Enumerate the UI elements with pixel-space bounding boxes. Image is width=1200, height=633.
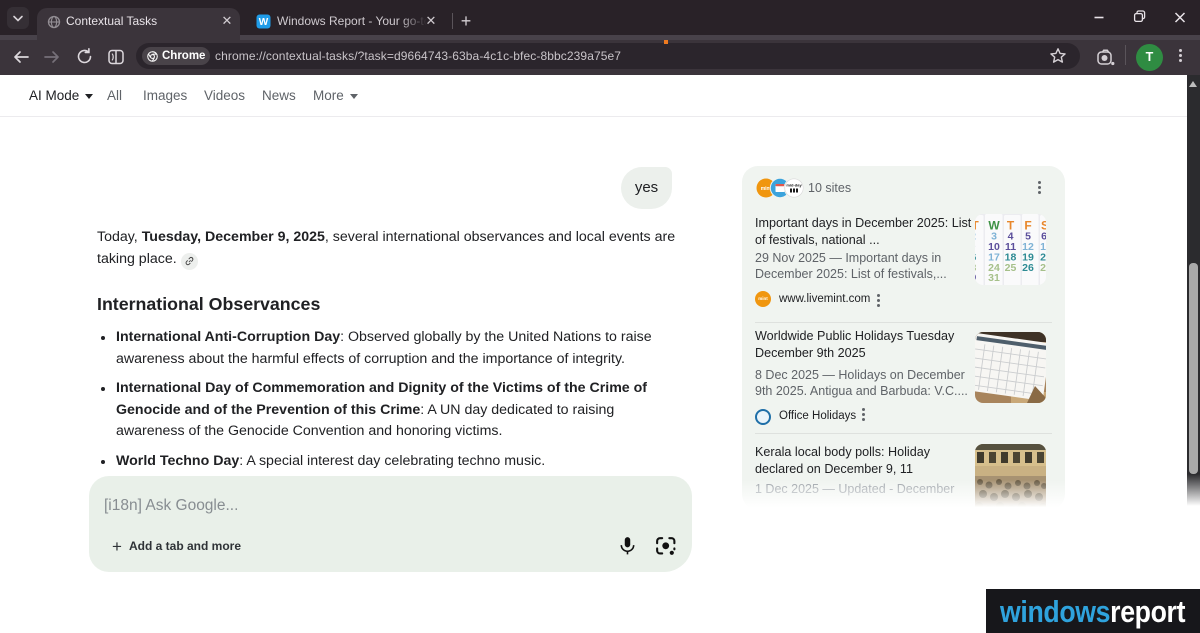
svg-text:W: W [259, 17, 269, 28]
svg-text:31: 31 [988, 272, 1000, 284]
svg-text:mid-day: mid-day [786, 183, 802, 188]
svg-text:27: 27 [1040, 262, 1046, 274]
svg-text:26: 26 [1022, 262, 1034, 274]
svg-text:25: 25 [1005, 262, 1017, 274]
svg-text:30: 30 [975, 272, 976, 284]
